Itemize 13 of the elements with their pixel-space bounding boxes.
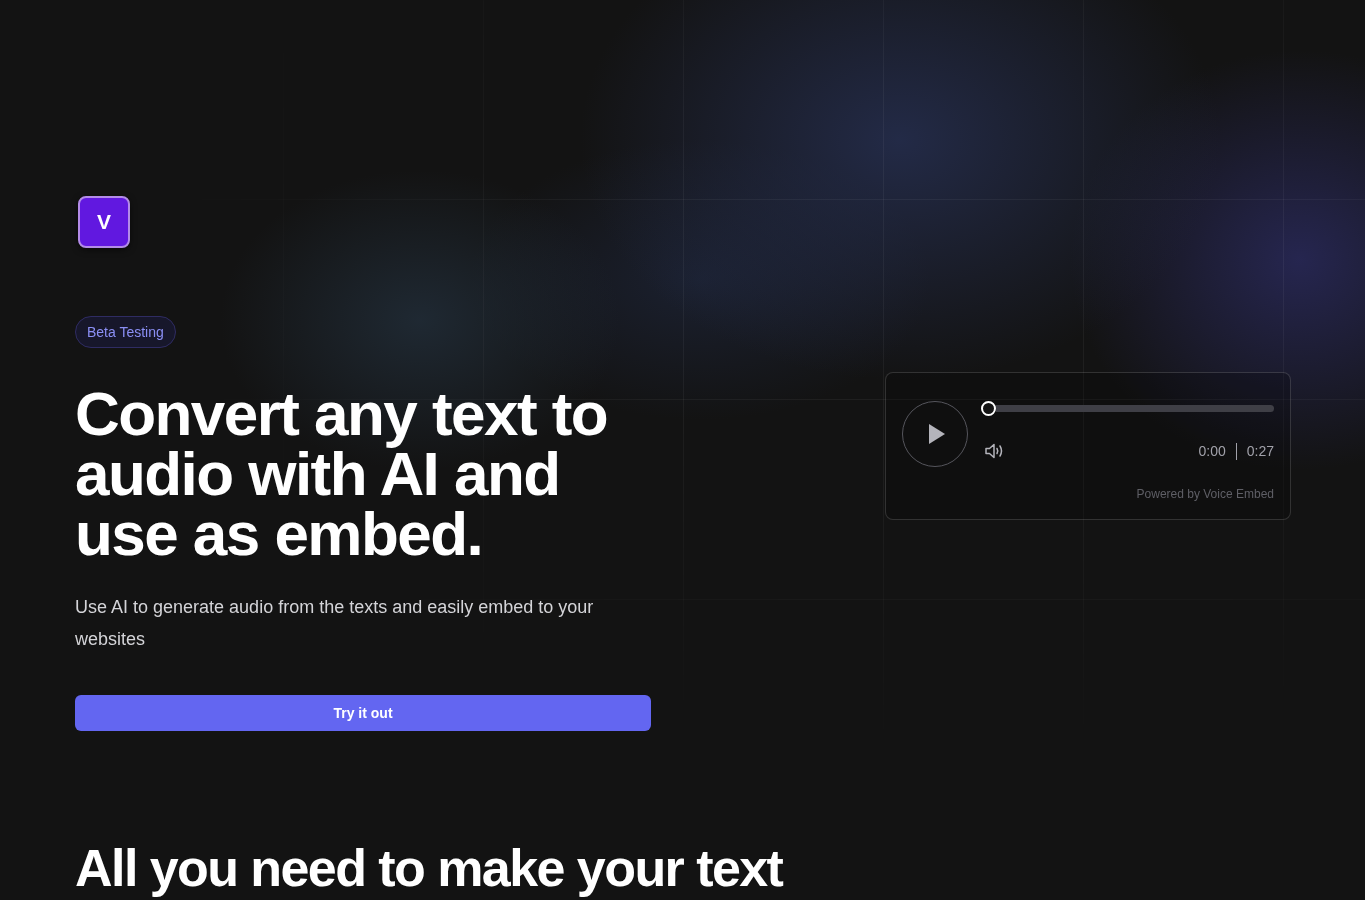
duration: 0:27 <box>1246 441 1274 461</box>
play-icon <box>928 424 945 444</box>
powered-by-text: Powered by Voice Embed <box>1136 486 1274 502</box>
volume-icon[interactable] <box>985 443 1004 459</box>
status-badge: Beta Testing <box>75 316 176 348</box>
logo: V <box>78 196 130 248</box>
section-heading: All you need to make your text <box>75 839 783 897</box>
hero-description: Use AI to generate audio from the texts and easily embed to your websites <box>75 596 595 651</box>
hero-headline: Convert any text to audio with AI and use as embed. <box>75 384 609 564</box>
progress-track[interactable] <box>996 405 1274 412</box>
try-it-out-button[interactable]: Try it out <box>75 695 651 731</box>
current-time: 0:00 <box>1198 441 1226 461</box>
progress-thumb[interactable] <box>981 401 996 416</box>
